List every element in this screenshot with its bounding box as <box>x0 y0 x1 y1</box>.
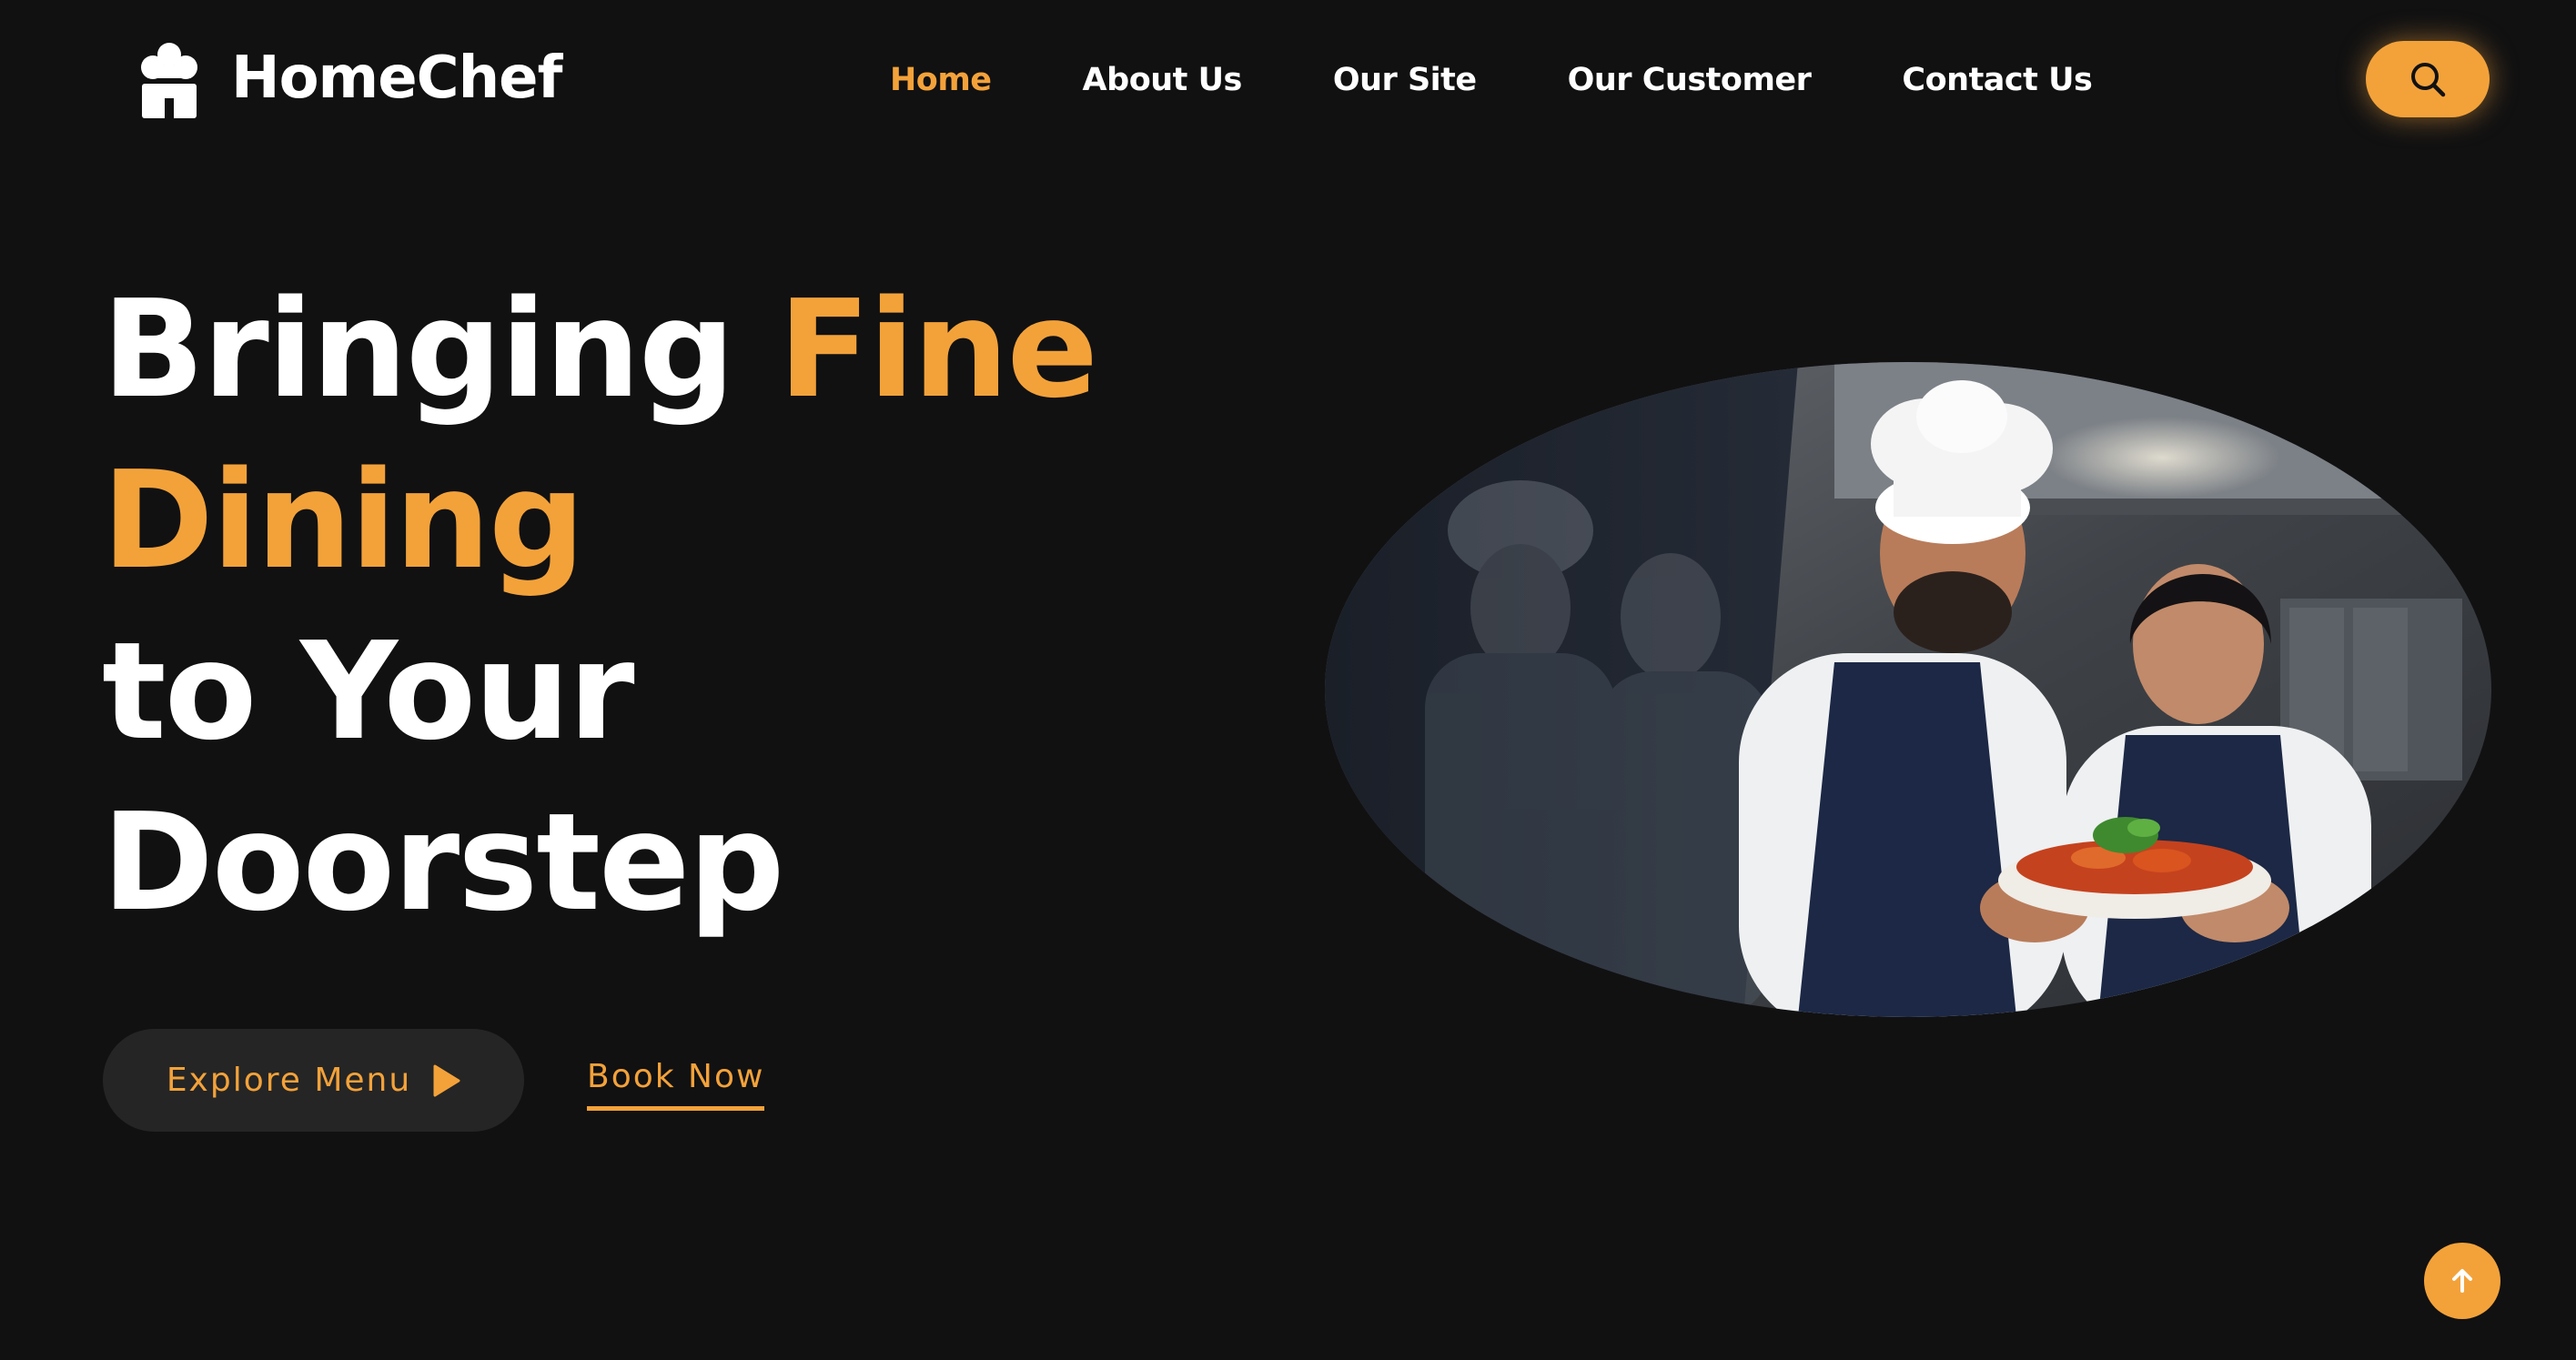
explore-menu-button[interactable]: Explore Menu <box>103 1029 524 1132</box>
search-icon <box>2411 63 2446 97</box>
nav-home[interactable]: Home <box>890 62 992 98</box>
headline-line-1: Bringing Fine <box>102 264 1194 435</box>
nav-contact-us[interactable]: Contact Us <box>1902 62 2092 98</box>
arrow-up-icon <box>2452 1269 2472 1293</box>
scroll-top-button[interactable] <box>2424 1243 2500 1319</box>
headline-line-3: to Your <box>102 613 635 770</box>
page: HomeChef Home About Us Our Site Our Cust… <box>0 0 2576 1360</box>
headline-line-4: Doorstep <box>102 784 784 941</box>
headline-accent-fine: Fine <box>778 271 1098 428</box>
play-icon <box>433 1064 460 1096</box>
explore-menu-label: Explore Menu <box>166 1062 412 1099</box>
brand-name: HomeChef <box>231 45 562 112</box>
headline-part1: Bringing <box>102 271 779 428</box>
chefs-holding-dish-photo <box>1325 362 2491 1017</box>
hero-headline: Bringing Fine Dining to Your Doorstep <box>102 264 1194 948</box>
nav-about-us[interactable]: About Us <box>1083 62 1243 98</box>
nav-our-site[interactable]: Our Site <box>1333 62 1477 98</box>
book-now-link[interactable]: Book Now <box>587 1058 765 1111</box>
hero-image <box>1325 362 2491 1017</box>
headline-accent-dining: Dining <box>102 442 585 599</box>
nav-our-customer[interactable]: Our Customer <box>1568 62 1812 98</box>
main-nav: Home About Us Our Site Our Customer Cont… <box>890 55 2093 106</box>
chef-hat-house-icon <box>141 43 197 118</box>
brand-logo[interactable]: HomeChef <box>126 33 562 124</box>
search-button[interactable] <box>2366 41 2490 117</box>
